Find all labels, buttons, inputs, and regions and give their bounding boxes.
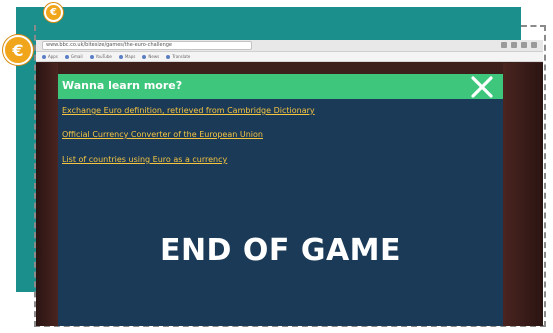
bookmark-icon [89, 55, 94, 59]
bookmark-label: Apps [48, 54, 58, 59]
bookmark-label: YouTube [95, 54, 112, 59]
browser-toolbar: www.bbc.co.uk/bitesize/games/the-euro-ch… [36, 40, 543, 52]
link-cambridge-dictionary[interactable]: Exchange Euro definition, retrieved from… [62, 106, 315, 115]
bookmark-icon [64, 55, 69, 59]
bookmark-label: News [148, 54, 160, 59]
figure-canvas: € € www.bbc.co.uk/bitesize/games/the-eur… [0, 0, 553, 333]
learn-more-modal: Wanna learn more? Exchange Euro definiti… [58, 74, 503, 326]
game-background-right [503, 63, 543, 326]
euro-coin-icon: € [44, 3, 63, 22]
star-icon[interactable] [501, 42, 507, 48]
bookmark-icon [166, 55, 171, 59]
bookmark-label: Translate [172, 54, 191, 59]
bookmarks-bar: Apps Gmail YouTube Maps News Translate [36, 52, 543, 62]
bookmark-item[interactable]: Maps [118, 54, 136, 59]
bookmark-label: Gmail [70, 54, 83, 59]
extension-icon[interactable] [511, 42, 517, 48]
link-currency-converter[interactable]: Official Currency Converter of the Europ… [62, 130, 263, 139]
game-background-left [36, 63, 58, 326]
bookmark-item[interactable]: Apps [42, 54, 58, 59]
dashed-frame-top [521, 25, 546, 27]
profile-icon[interactable] [521, 42, 527, 48]
modal-title: Wanna learn more? [62, 79, 183, 92]
bookmark-item[interactable]: Translate [166, 54, 190, 59]
bookmark-item[interactable]: YouTube [89, 54, 112, 59]
bookmark-icon [142, 55, 147, 59]
modal-header: Wanna learn more? [58, 74, 503, 99]
end-of-game-title: END OF GAME [159, 233, 402, 268]
menu-icon[interactable] [531, 42, 537, 48]
bookmark-icon [42, 55, 46, 59]
address-bar[interactable]: www.bbc.co.uk/bitesize/games/the-euro-ch… [42, 41, 252, 50]
close-icon[interactable] [470, 75, 494, 99]
browser-controls [501, 42, 537, 48]
browser-screenshot: www.bbc.co.uk/bitesize/games/the-euro-ch… [36, 40, 543, 326]
bookmark-item[interactable]: News [142, 54, 159, 59]
bookmark-label: Maps [124, 54, 136, 59]
bookmark-item[interactable]: Gmail [64, 54, 83, 59]
link-euro-countries[interactable]: List of countries using Euro as a curren… [62, 155, 227, 164]
bookmark-icon [118, 55, 123, 59]
euro-coin-icon: € [3, 35, 33, 65]
